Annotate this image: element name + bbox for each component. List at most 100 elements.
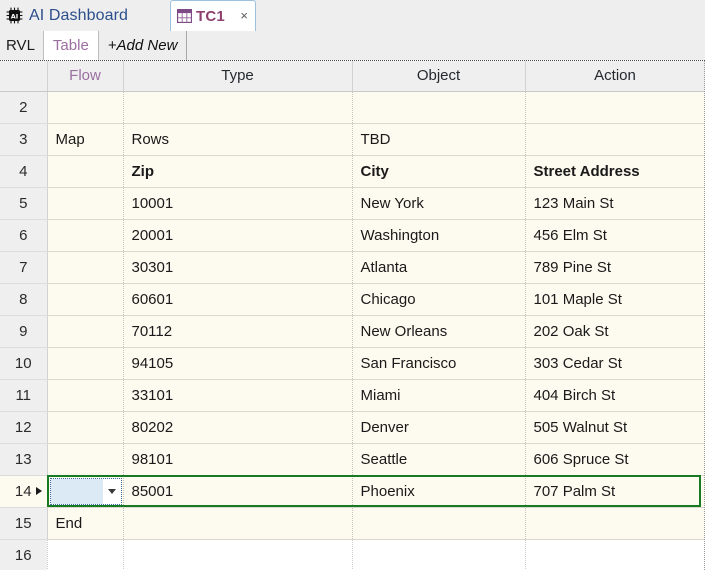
column-header-object[interactable]: Object <box>352 61 526 92</box>
cell-action-16[interactable] <box>525 539 705 570</box>
row-header-4[interactable]: 4 <box>0 155 48 188</box>
cell-object-3[interactable]: TBD <box>352 123 526 156</box>
table-row[interactable]: 15 End <box>0 507 705 540</box>
flow-combo-input[interactable] <box>50 478 103 504</box>
cell-action-8[interactable]: 101 Maple St <box>525 283 705 316</box>
column-header-flow[interactable]: Flow <box>47 61 124 92</box>
table-row[interactable]: 11 33101 Miami 404 Birch St <box>0 379 705 412</box>
row-header-10[interactable]: 10 <box>0 347 48 380</box>
cell-object-5[interactable]: New York <box>352 187 526 220</box>
row-header-12[interactable]: 12 <box>0 411 48 444</box>
subtab-table[interactable]: Table <box>42 31 99 60</box>
table-row[interactable]: 5 10001 New York 123 Main St <box>0 187 705 220</box>
cell-flow-3[interactable]: Map <box>47 123 124 156</box>
row-header-16[interactable]: 16 <box>0 539 48 570</box>
subtab-rvl[interactable]: RVL <box>0 31 43 60</box>
column-header-action[interactable]: Action <box>525 61 705 92</box>
cell-action-11[interactable]: 404 Birch St <box>525 379 705 412</box>
cell-type-16[interactable] <box>123 539 353 570</box>
column-header-type[interactable]: Type <box>123 61 353 92</box>
cell-object-8[interactable]: Chicago <box>352 283 526 316</box>
cell-object-10[interactable]: San Francisco <box>352 347 526 380</box>
cell-type-3[interactable]: Rows <box>123 123 353 156</box>
table-row[interactable]: 8 60601 Chicago 101 Maple St <box>0 283 705 316</box>
cell-flow-16[interactable] <box>47 539 124 570</box>
cell-action-5[interactable]: 123 Main St <box>525 187 705 220</box>
row-header-5[interactable]: 5 <box>0 187 48 220</box>
cell-flow-15[interactable]: End <box>47 507 124 540</box>
tab-tc1[interactable]: TC1 × <box>170 0 256 31</box>
cell-object-13[interactable]: Seattle <box>352 443 526 476</box>
cell-type-14[interactable]: 85001 <box>123 475 353 508</box>
row-header-11[interactable]: 11 <box>0 379 48 412</box>
cell-type-11[interactable]: 33101 <box>123 379 353 412</box>
cell-type-8[interactable]: 60601 <box>123 283 353 316</box>
cell-flow-13[interactable] <box>47 443 124 476</box>
cell-action-3[interactable] <box>525 123 705 156</box>
subtab-add-new[interactable]: +Add New <box>99 31 188 60</box>
cell-flow-14[interactable] <box>47 475 124 508</box>
cell-flow-12[interactable] <box>47 411 124 444</box>
cell-type-5[interactable]: 10001 <box>123 187 353 220</box>
cell-flow-9[interactable] <box>47 315 124 348</box>
cell-object-2[interactable] <box>352 91 526 124</box>
spreadsheet-grid-area[interactable]: Flow Type Object Action 2 3 Map Rows TBD 4 Zip… <box>0 60 705 570</box>
cell-object-16[interactable] <box>352 539 526 570</box>
cell-type-7[interactable]: 30301 <box>123 251 353 284</box>
table-row[interactable]: 12 80202 Denver 505 Walnut St <box>0 411 705 444</box>
table-row[interactable]: 14 85001 Phoenix 707 Palm St <box>0 475 705 508</box>
cell-type-4[interactable]: Zip <box>123 155 353 188</box>
table-row[interactable]: 6 20001 Washington 456 Elm St <box>0 219 705 252</box>
row-header-15[interactable]: 15 <box>0 507 48 540</box>
row-header-8[interactable]: 8 <box>0 283 48 316</box>
cell-type-2[interactable] <box>123 91 353 124</box>
row-header-14[interactable]: 14 <box>0 475 48 508</box>
cell-object-12[interactable]: Denver <box>352 411 526 444</box>
cell-type-10[interactable]: 94105 <box>123 347 353 380</box>
flow-combo-dropdown-button[interactable] <box>102 478 121 504</box>
cell-action-7[interactable]: 789 Pine St <box>525 251 705 284</box>
flow-combo-editor[interactable] <box>49 477 122 505</box>
cell-flow-2[interactable] <box>47 91 124 124</box>
row-header-3[interactable]: 3 <box>0 123 48 156</box>
cell-action-15[interactable] <box>525 507 705 540</box>
row-header-7[interactable]: 7 <box>0 251 48 284</box>
cell-object-11[interactable]: Miami <box>352 379 526 412</box>
cell-action-12[interactable]: 505 Walnut St <box>525 411 705 444</box>
cell-action-6[interactable]: 456 Elm St <box>525 219 705 252</box>
table-row[interactable]: 10 94105 San Francisco 303 Cedar St <box>0 347 705 380</box>
cell-action-10[interactable]: 303 Cedar St <box>525 347 705 380</box>
cell-type-12[interactable]: 80202 <box>123 411 353 444</box>
cell-object-9[interactable]: New Orleans <box>352 315 526 348</box>
cell-flow-5[interactable] <box>47 187 124 220</box>
cell-action-13[interactable]: 606 Spruce St <box>525 443 705 476</box>
cell-flow-11[interactable] <box>47 379 124 412</box>
cell-type-9[interactable]: 70112 <box>123 315 353 348</box>
table-row[interactable]: 3 Map Rows TBD <box>0 123 705 156</box>
table-row[interactable]: 7 30301 Atlanta 789 Pine St <box>0 251 705 284</box>
cell-type-6[interactable]: 20001 <box>123 219 353 252</box>
cell-object-4[interactable]: City <box>352 155 526 188</box>
table-row[interactable]: 13 98101 Seattle 606 Spruce St <box>0 443 705 476</box>
cell-flow-4[interactable] <box>47 155 124 188</box>
table-row[interactable]: 16 <box>0 539 705 570</box>
table-row[interactable]: 9 70112 New Orleans 202 Oak St <box>0 315 705 348</box>
row-header-9[interactable]: 9 <box>0 315 48 348</box>
row-header-2[interactable]: 2 <box>0 91 48 124</box>
cell-action-4[interactable]: Street Address <box>525 155 705 188</box>
cell-type-15[interactable] <box>123 507 353 540</box>
cell-action-2[interactable] <box>525 91 705 124</box>
cell-flow-6[interactable] <box>47 219 124 252</box>
cell-object-14[interactable]: Phoenix <box>352 475 526 508</box>
cell-flow-8[interactable] <box>47 283 124 316</box>
cell-object-15[interactable] <box>352 507 526 540</box>
cell-flow-7[interactable] <box>47 251 124 284</box>
cell-type-13[interactable]: 98101 <box>123 443 353 476</box>
table-row[interactable]: 2 <box>0 91 705 124</box>
cell-object-6[interactable]: Washington <box>352 219 526 252</box>
cell-action-14[interactable]: 707 Palm St <box>525 475 705 508</box>
table-row[interactable]: 4 Zip City Street Address <box>0 155 705 188</box>
cell-flow-10[interactable] <box>47 347 124 380</box>
row-header-13[interactable]: 13 <box>0 443 48 476</box>
grid-corner-header[interactable] <box>0 61 48 92</box>
